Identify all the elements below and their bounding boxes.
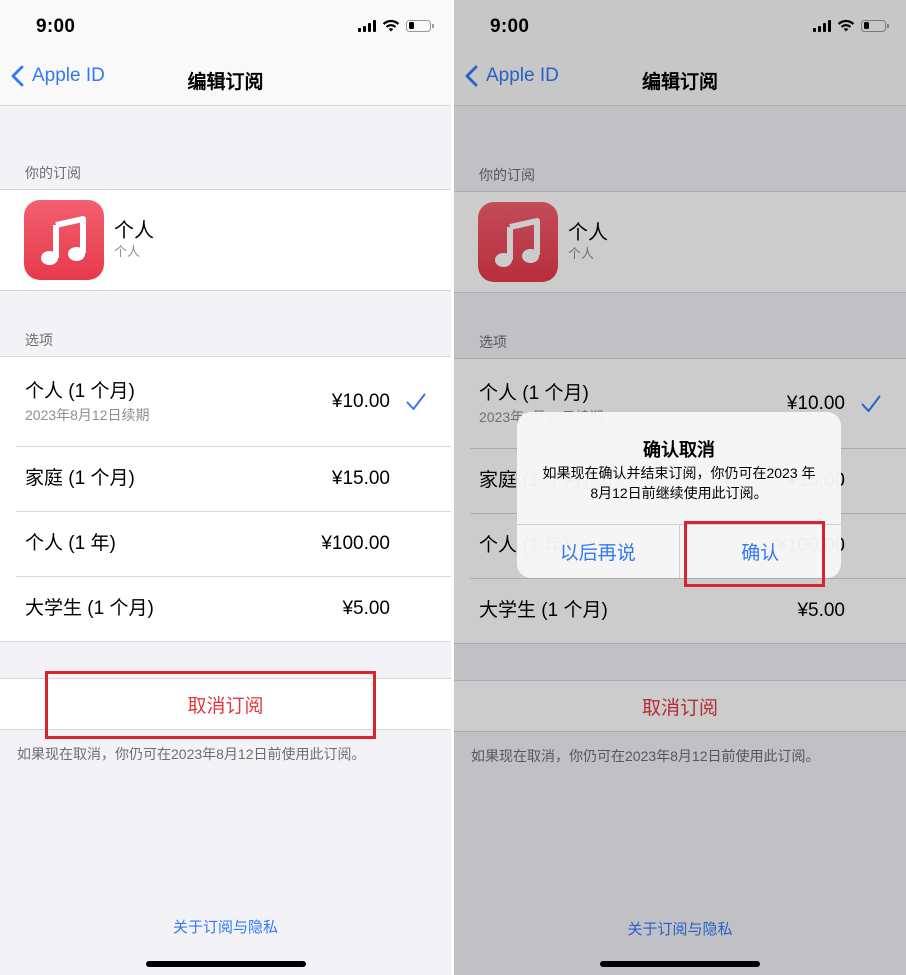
screen-edit-subscription: 9:00 Apple ID 编辑订阅 你的订阅 个人 个人 选项 个人 (1 个… bbox=[0, 0, 451, 975]
cancel-subscription-button[interactable]: 取消订阅 bbox=[187, 691, 263, 718]
subscription-group: 个人 个人 bbox=[0, 189, 451, 291]
option-label: 个人 (1 个月) bbox=[25, 380, 135, 402]
battery-icon bbox=[406, 19, 434, 32]
option-renewal-date: 2023年8月12日续期 bbox=[25, 406, 150, 423]
option-row-family-monthly[interactable]: 家庭 (1 个月) ¥15.00 bbox=[0, 446, 451, 511]
section-header-options: 选项 bbox=[25, 332, 53, 348]
options-group: 个人 (1 个月) 2023年8月12日续期 ¥10.00 家庭 (1 个月) … bbox=[0, 356, 451, 642]
subscription-row: 个人 个人 bbox=[0, 190, 451, 290]
alert-title: 确认取消 bbox=[643, 440, 715, 460]
cancel-footnote: 如果现在取消，你仍可在2023年8月12日前使用此订阅。 bbox=[17, 746, 366, 762]
option-price: ¥5.00 bbox=[342, 597, 390, 619]
status-bar: 9:00 bbox=[0, 0, 451, 52]
checkmark-icon bbox=[406, 393, 426, 410]
screen-confirm-cancel: 9:00 Apple ID 编辑订阅 你的订阅 个人 个人 选项 个人 (1 个… bbox=[454, 0, 906, 975]
section-header-your-subscription: 你的订阅 bbox=[25, 165, 81, 181]
confirm-cancel-alert: 确认取消 如果现在确认并结束订阅，你仍可在2023 年 8月12日前继续使用此订… bbox=[517, 412, 841, 578]
subscription-subtitle: 个人 bbox=[114, 244, 141, 259]
back-button[interactable]: Apple ID bbox=[10, 65, 105, 87]
chevron-left-icon bbox=[11, 65, 24, 87]
privacy-link[interactable]: 关于订阅与隐私 bbox=[0, 916, 451, 937]
home-indicator bbox=[145, 961, 306, 967]
apple-music-app-icon bbox=[24, 200, 104, 280]
wifi-icon bbox=[382, 19, 400, 32]
status-icons bbox=[358, 19, 434, 32]
status-time: 9:00 bbox=[36, 16, 76, 37]
alert-later-button[interactable]: 以后再说 bbox=[517, 525, 679, 578]
subscription-title: 个人 bbox=[114, 220, 154, 242]
option-label: 大学生 (1 个月) bbox=[25, 597, 154, 619]
music-note-icon bbox=[41, 216, 86, 265]
back-button-label: Apple ID bbox=[32, 65, 105, 86]
home-indicator bbox=[600, 961, 760, 967]
alert-confirm-button[interactable]: 确认 bbox=[678, 525, 842, 578]
cancel-group: 取消订阅 bbox=[0, 678, 451, 730]
navigation-bar: Apple ID 编辑订阅 bbox=[0, 52, 451, 106]
cellular-signal-icon bbox=[358, 19, 376, 32]
option-row-individual-monthly[interactable]: 个人 (1 个月) 2023年8月12日续期 ¥10.00 bbox=[0, 357, 451, 446]
option-price: ¥100.00 bbox=[321, 532, 390, 554]
option-label: 家庭 (1 个月) bbox=[25, 467, 135, 489]
alert-message: 如果现在确认并结束订阅，你仍可在2023 年 8月12日前继续使用此订阅。 bbox=[542, 465, 816, 501]
option-row-individual-yearly[interactable]: 个人 (1 年) ¥100.00 bbox=[0, 511, 451, 576]
option-row-student-monthly[interactable]: 大学生 (1 个月) ¥5.00 bbox=[0, 576, 451, 641]
alert-actions: 以后再说 确认 bbox=[517, 524, 841, 578]
option-label: 个人 (1 年) bbox=[25, 532, 116, 554]
option-price: ¥10.00 bbox=[331, 390, 390, 412]
option-price: ¥15.00 bbox=[331, 467, 390, 489]
